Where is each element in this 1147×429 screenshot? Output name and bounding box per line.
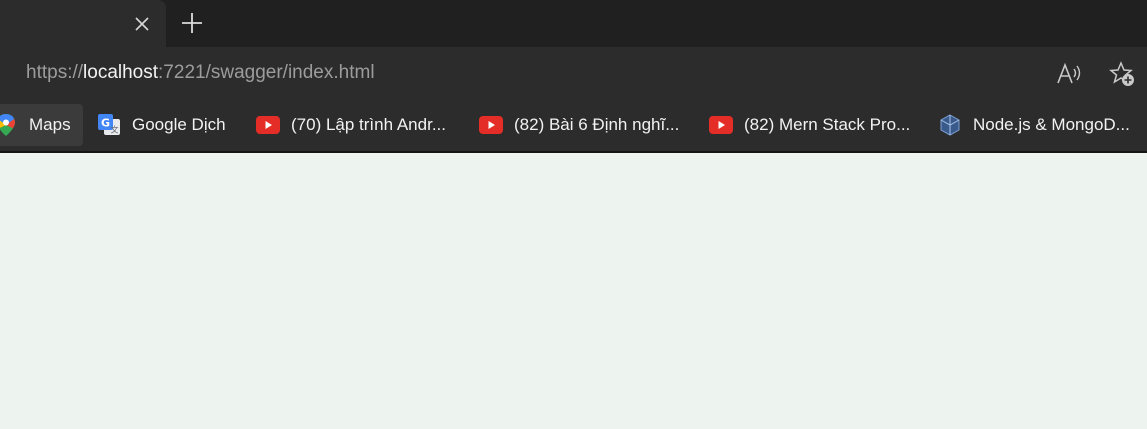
youtube-icon	[479, 113, 503, 137]
cube-icon	[938, 113, 962, 137]
tab-strip	[0, 0, 1147, 47]
bookmark-label: Node.js & MongoD...	[973, 115, 1130, 134]
bookmark-label: (70) Lập trình Andr...	[291, 115, 446, 134]
bookmark-youtube-3[interactable]: (82) Mern Stack Pro...	[709, 104, 910, 146]
bookmark-google-dich[interactable]: G 文 Google Dịch	[97, 104, 226, 146]
url-scheme: https://	[26, 62, 84, 83]
bookmark-youtube-2[interactable]: (82) Bài 6 Định nghĩ...	[479, 104, 679, 146]
bookmark-nodejs-mongodb[interactable]: Node.js & MongoD...	[938, 104, 1130, 146]
google-translate-icon: G 文	[97, 113, 121, 137]
bookmark-label: Maps	[29, 115, 71, 134]
youtube-icon	[709, 113, 733, 137]
toolbar: https://localhost:7221/swagger/index.htm…	[0, 47, 1147, 99]
plus-icon	[182, 13, 202, 33]
bookmark-maps[interactable]: Maps	[0, 104, 83, 146]
read-aloud-icon[interactable]	[1055, 60, 1083, 88]
svg-text:文: 文	[111, 125, 119, 135]
svg-text:G: G	[101, 117, 110, 130]
add-favorite-icon[interactable]	[1108, 60, 1136, 88]
address-bar[interactable]: https://localhost:7221/swagger/index.htm…	[26, 47, 375, 99]
url-host: localhost	[83, 62, 159, 83]
bookmark-label: Google Dịch	[132, 115, 226, 134]
bookmark-label: (82) Mern Stack Pro...	[744, 115, 911, 134]
youtube-icon	[256, 113, 280, 137]
bookmark-youtube-1[interactable]: (70) Lập trình Andr...	[256, 104, 446, 146]
bookmark-label: (82) Bài 6 Định nghĩ...	[514, 115, 680, 134]
page-content	[0, 153, 1147, 429]
google-maps-icon	[0, 113, 18, 137]
url-path: :7221/swagger/index.html	[158, 62, 375, 83]
new-tab-button[interactable]	[179, 10, 205, 36]
close-icon[interactable]	[130, 12, 154, 36]
browser-tab[interactable]	[0, 0, 166, 47]
bookmarks-bar: Maps G 文 Google Dịch (70) Lập trình Andr…	[0, 99, 1147, 153]
